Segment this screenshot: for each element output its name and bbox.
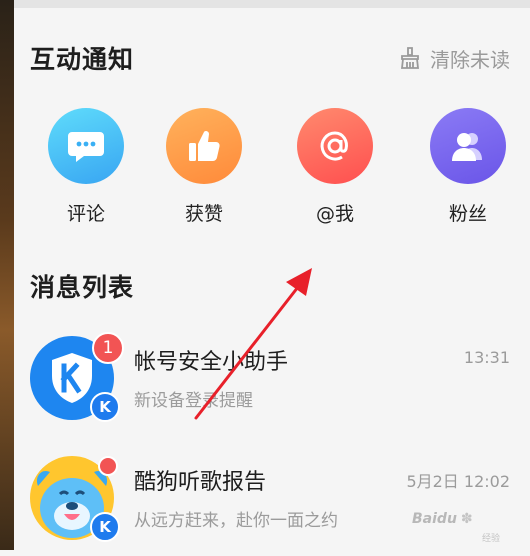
avatar: 1 K <box>30 332 124 422</box>
message-preview: 新设备登录提醒 <box>134 391 253 411</box>
category-comment[interactable]: 评论 <box>36 108 136 226</box>
unread-count-badge: 1 <box>92 332 124 364</box>
thumbs-up-icon <box>166 108 242 184</box>
avatar: K <box>30 456 120 542</box>
watermark-subtext: 经验 <box>481 534 500 544</box>
kugou-k-badge: K <box>90 392 120 422</box>
messages-title: 消息列表 <box>30 273 135 302</box>
clear-unread-label: 清除未读 <box>430 47 510 72</box>
category-fans[interactable]: 粉丝 <box>418 108 518 226</box>
comment-icon <box>48 108 124 184</box>
category-label: 获赞 <box>184 203 223 225</box>
baidu-watermark: Baidu ✽ <box>412 508 502 530</box>
watermark-text: Baidu <box>412 511 457 527</box>
message-sender: 帐号安全小助手 <box>134 350 289 375</box>
top-divider <box>14 0 530 8</box>
broom-icon <box>398 46 422 70</box>
message-row-security[interactable]: 1 K 帐号安全小助手 新设备登录提醒 13:31 <box>14 332 530 436</box>
category-mentions[interactable]: @我 <box>285 108 385 226</box>
fans-icon <box>430 108 506 184</box>
category-likes[interactable]: 获赞 <box>154 108 254 226</box>
message-row-report[interactable]: K 酷狗听歌报告 从远方赶来，赴你一面之约 5月2日 12:02 <box>14 456 530 556</box>
category-label: 评论 <box>66 203 105 225</box>
interactions-title: 互动通知 <box>30 45 135 74</box>
paw-icon: ✽ <box>460 511 473 527</box>
message-preview: 从远方赶来，赴你一面之约 <box>134 511 338 531</box>
clear-unread-button[interactable]: 清除未读 <box>398 44 510 72</box>
message-time: 13:31 <box>463 348 510 367</box>
interactions-header: 互动通知 清除未读 <box>14 36 530 80</box>
message-time: 5月2日 12:02 <box>406 472 510 491</box>
category-label: 粉丝 <box>448 203 487 225</box>
unread-dot <box>98 456 118 476</box>
interaction-categories: 评论 获赞 @我 粉丝 <box>14 108 530 228</box>
background-edge <box>0 0 14 550</box>
kugou-k-badge: K <box>90 512 120 542</box>
message-sender: 酷狗听歌报告 <box>134 470 267 495</box>
category-label: @我 <box>315 203 354 225</box>
at-icon <box>297 108 373 184</box>
